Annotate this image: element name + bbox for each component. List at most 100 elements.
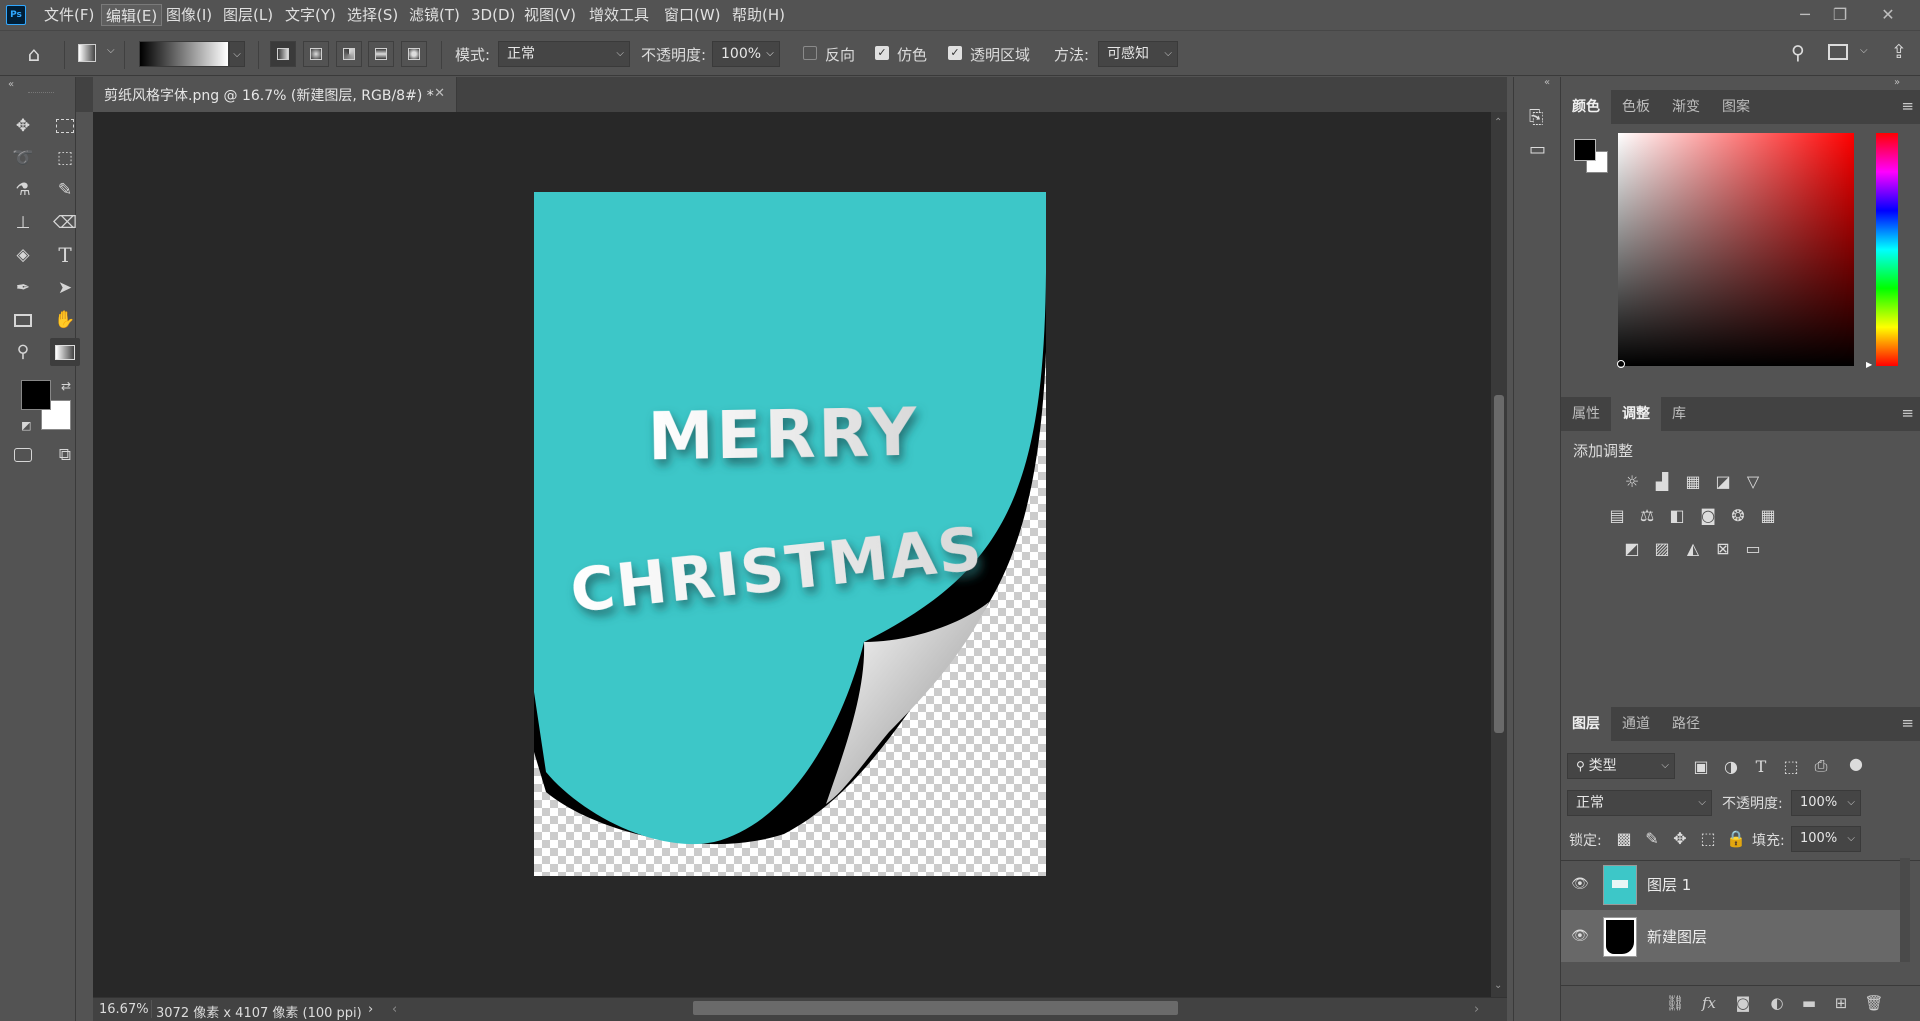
screen-mode-icon[interactable]: ⧉ <box>50 441 80 469</box>
filter-pixel-icon[interactable]: ▣ <box>1690 755 1712 777</box>
minimize-icon[interactable]: ─ <box>1790 2 1820 26</box>
color-field-marker[interactable] <box>1617 360 1625 368</box>
close-icon[interactable]: ✕ <box>1873 2 1903 26</box>
zoom-level[interactable]: 16.67% <box>99 1002 149 1017</box>
menu-3d[interactable]: 3D(D) <box>467 4 519 26</box>
curves-icon[interactable]: ▦ <box>1682 470 1704 492</box>
collapse-panels-icon[interactable]: » <box>1894 77 1900 88</box>
collapse-strip-icon[interactable]: « <box>1544 77 1550 88</box>
gradient-picker[interactable] <box>139 41 229 67</box>
filter-type-icon[interactable]: T <box>1750 755 1772 777</box>
filter-smart-object-icon[interactable]: ⎙ <box>1810 755 1832 777</box>
lock-pixels-icon[interactable]: ✎ <box>1641 827 1663 849</box>
method-select[interactable]: 可感知 ⌵ <box>1098 41 1178 67</box>
scroll-right-icon[interactable]: › <box>1474 1002 1479 1017</box>
lock-position-icon[interactable]: ✥ <box>1669 827 1691 849</box>
lock-artboard-icon[interactable]: ⬚ <box>1697 827 1719 849</box>
filter-toggle-icon[interactable]: ● <box>1845 752 1867 774</box>
panel-menu-icon[interactable]: ≡ <box>1901 97 1914 115</box>
layer-row-new-layer[interactable]: 👁 新建图层 <box>1561 910 1910 962</box>
filter-shape-icon[interactable]: ⬚ <box>1780 755 1802 777</box>
exposure-icon[interactable]: ◪ <box>1712 470 1734 492</box>
rectangle-tool-icon[interactable] <box>8 306 38 334</box>
menu-edit[interactable]: 编辑(E) <box>101 4 163 26</box>
mode-select[interactable]: 正常 ⌵ <box>498 41 630 67</box>
path-selection-tool-icon[interactable]: ➤ <box>50 274 80 302</box>
tab-channels[interactable]: 通道 <box>1611 707 1661 741</box>
eyedropper-tool-icon[interactable]: ⚗ <box>8 176 38 204</box>
filter-adjustment-icon[interactable]: ◑ <box>1720 755 1742 777</box>
object-selection-tool-icon[interactable]: ⬚ <box>50 144 80 172</box>
type-tool-icon[interactable]: T <box>50 241 80 269</box>
horizontal-scrollbar-thumb[interactable] <box>693 1001 1178 1015</box>
tab-swatches[interactable]: 色板 <box>1611 90 1661 124</box>
tab-properties[interactable]: 属性 <box>1561 397 1611 431</box>
menu-type[interactable]: 文字(Y) <box>281 4 340 26</box>
hue-slider-marker[interactable]: ▶ <box>1866 360 1872 369</box>
foreground-color-swatch[interactable] <box>21 380 51 410</box>
close-tab-icon[interactable]: ✕ <box>434 86 445 101</box>
angle-gradient-button[interactable] <box>336 41 362 67</box>
channel-mixer-icon[interactable]: ❂ <box>1727 504 1749 526</box>
gradient-picker-chevron-icon[interactable]: ⌵ <box>229 41 245 67</box>
vibrance-icon[interactable]: ▽ <box>1742 470 1764 492</box>
menu-plugins[interactable]: 增效工具 <box>585 4 653 26</box>
linear-gradient-button[interactable] <box>270 41 296 67</box>
hue-slider[interactable] <box>1876 133 1898 366</box>
search-icon[interactable]: ⚲ <box>1791 42 1805 64</box>
transparency-checkbox[interactable]: ✓ <box>948 46 962 60</box>
history-icon[interactable]: ⎘ <box>1529 107 1543 128</box>
tab-gradients[interactable]: 渐变 <box>1661 90 1711 124</box>
eraser-tool-icon[interactable]: ⌫ <box>50 209 80 237</box>
gradient-map-icon[interactable]: ▭ <box>1742 537 1764 559</box>
share-icon[interactable]: ⇪ <box>1891 41 1907 63</box>
tab-color[interactable]: 颜色 <box>1561 90 1611 124</box>
menu-window[interactable]: 窗口(W) <box>660 4 725 26</box>
reflected-gradient-button[interactable] <box>368 41 394 67</box>
gradient-tool-preset-icon[interactable] <box>78 44 96 62</box>
reverse-checkbox[interactable] <box>803 46 817 60</box>
layer-name[interactable]: 新建图层 <box>1647 926 1707 947</box>
comments-icon[interactable]: ▭ <box>1529 139 1546 160</box>
gradient-tool-icon[interactable] <box>50 338 80 366</box>
stamp-tool-icon[interactable]: ⊥ <box>8 209 38 237</box>
chevron-down-icon[interactable]: ⌵ <box>107 45 115 56</box>
lock-all-icon[interactable]: 🔒 <box>1725 827 1747 849</box>
delete-layer-icon[interactable]: 🗑 <box>1862 992 1886 1014</box>
quick-mask-icon[interactable] <box>8 441 38 469</box>
marquee-tool-icon[interactable] <box>50 112 80 140</box>
hue-saturation-icon[interactable]: ▤ <box>1606 504 1628 526</box>
color-field[interactable] <box>1618 133 1854 366</box>
diamond-gradient-button[interactable] <box>401 41 427 67</box>
invert-icon[interactable]: ◩ <box>1621 537 1643 559</box>
threshold-icon[interactable]: ◭ <box>1682 537 1704 559</box>
tab-paths[interactable]: 路径 <box>1661 707 1711 741</box>
fx-icon[interactable]: fx <box>1697 992 1721 1014</box>
swap-colors-icon[interactable]: ⇄ <box>61 379 71 393</box>
menu-layer[interactable]: 图层(L) <box>219 4 277 26</box>
menu-image[interactable]: 图像(I) <box>162 4 216 26</box>
brush-tool-icon[interactable]: ✎ <box>50 176 80 204</box>
menu-view[interactable]: 视图(V) <box>520 4 580 26</box>
tab-patterns[interactable]: 图案 <box>1711 90 1761 124</box>
brightness-icon[interactable]: ☼ <box>1621 470 1643 492</box>
menu-filter[interactable]: 滤镜(T) <box>405 4 464 26</box>
color-panel-foreground-swatch[interactable] <box>1574 139 1596 161</box>
layer-opacity-input[interactable]: 100% ⌵ <box>1791 790 1861 816</box>
fill-input[interactable]: 100% ⌵ <box>1791 826 1861 852</box>
add-mask-icon[interactable]: ◙ <box>1731 992 1755 1014</box>
pen-tool-icon[interactable]: ✒ <box>8 274 38 302</box>
color-lookup-icon[interactable]: ▦ <box>1757 504 1779 526</box>
workspace-icon[interactable] <box>1828 44 1848 60</box>
panel-menu-icon[interactable]: ≡ <box>1901 404 1914 422</box>
home-icon[interactable]: ⌂ <box>22 42 46 66</box>
chevron-down-icon[interactable]: ⌵ <box>1860 45 1868 56</box>
document-tab[interactable]: 剪纸风格字体.png @ 16.7% (新建图层, RGB/8#) * ✕ <box>93 77 457 112</box>
restore-icon[interactable]: ❐ <box>1825 2 1855 26</box>
adjustment-layer-icon[interactable]: ◐ <box>1765 992 1789 1014</box>
tab-libraries[interactable]: 库 <box>1661 397 1697 431</box>
lasso-tool-icon[interactable]: ➰ <box>8 144 38 172</box>
photo-filter-icon[interactable]: ◙ <box>1697 504 1719 526</box>
menu-help[interactable]: 帮助(H) <box>728 4 789 26</box>
new-group-icon[interactable]: ▬ <box>1797 992 1821 1014</box>
